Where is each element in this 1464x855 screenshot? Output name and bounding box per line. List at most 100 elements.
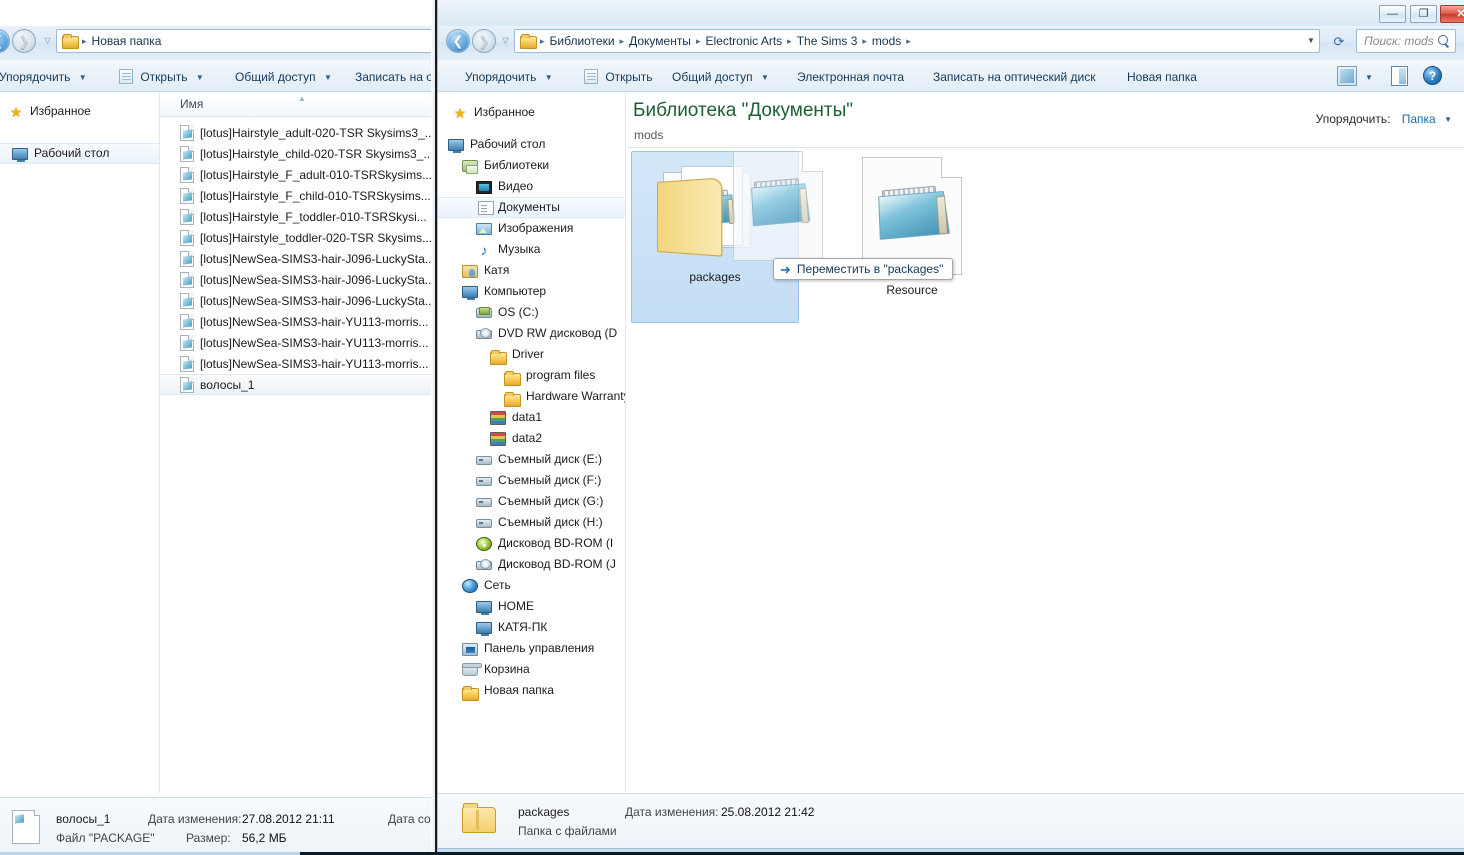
right-details-modified-value: 25.08.2012 21:42 (721, 805, 815, 819)
table-row[interactable]: [lotus]NewSea-SIMS3-hair-YU113-morris... (160, 311, 440, 332)
table-row[interactable]: волосы_1 (160, 374, 440, 395)
sidebar-item-5[interactable]: ♪ Музыка (438, 239, 625, 260)
right-share-button[interactable]: Общий доступ ▼ (665, 65, 776, 87)
left-details-size-key: Размер: (186, 831, 231, 845)
search-box[interactable]: Поиск: mods (1356, 29, 1456, 53)
table-row[interactable]: [lotus]Hairstyle_F_child-010-TSRSkysims.… (160, 185, 440, 206)
preview-pane-icon[interactable] (1391, 66, 1408, 86)
tile-resource[interactable]: Resource (832, 153, 992, 321)
left-open-button[interactable]: Открыть ▼ (112, 65, 211, 87)
sidebar-item-25[interactable]: Корзина (438, 659, 625, 680)
left-nav-favorites[interactable]: ★ Избранное (0, 101, 159, 122)
recent-pages-dropdown-icon[interactable]: ▽ (42, 36, 53, 45)
arrange-by-control[interactable]: Упорядочить: Папка ▼ (1316, 112, 1452, 126)
sidebar-item-8[interactable]: OS (C:) (438, 302, 625, 323)
sidebar-item-23[interactable]: КАТЯ-ПК (438, 617, 625, 638)
right-open-button[interactable]: Открыть (577, 65, 659, 87)
package-file-icon (180, 208, 194, 225)
left-column-name-label[interactable]: Имя (180, 97, 203, 111)
sidebar-item-11[interactable]: program files (438, 365, 625, 387)
maximize-button[interactable]: ❐ (1410, 5, 1437, 23)
sidebar-item-19[interactable]: Дисковод BD-ROM (I (438, 533, 625, 554)
sidebar-item-17[interactable]: Съемный диск (G:) (438, 491, 625, 512)
sidebar-item-24[interactable]: Панель управления (438, 638, 625, 659)
right-burn-button[interactable]: Записать на оптический диск (926, 65, 1103, 87)
refresh-button[interactable]: ⟳ (1328, 29, 1350, 53)
table-row[interactable]: [lotus]NewSea-SIMS3-hair-YU113-morris... (160, 353, 440, 374)
control-panel-icon (462, 641, 478, 657)
table-row[interactable]: [lotus]NewSea-SIMS3-hair-YU113-morris... (160, 332, 440, 353)
sidebar-item-3[interactable]: Документы (438, 197, 625, 218)
change-view-icon[interactable] (1337, 66, 1357, 86)
sidebar-item-6[interactable]: Катя (438, 260, 625, 281)
sidebar-item-7[interactable]: Компьютер (438, 281, 625, 302)
recent-pages-dropdown-icon[interactable]: ▽ (500, 36, 511, 45)
breadcrumb-item[interactable]: Документы (626, 30, 694, 52)
sidebar-item-16[interactable]: Съемный диск (F:) (438, 470, 625, 491)
breadcrumb-current[interactable]: Новая папка (89, 30, 165, 52)
chevron-down-icon: ▼ (544, 72, 553, 82)
breadcrumb-item[interactable]: Библиотеки (547, 30, 618, 52)
right-new-folder-button[interactable]: Новая папка (1120, 65, 1204, 87)
address-history-dropdown[interactable]: ▼ (1302, 29, 1320, 53)
computer-icon (476, 599, 492, 615)
sidebar-item-18[interactable]: Съемный диск (H:) (438, 512, 625, 533)
sidebar-item-10[interactable]: Driver (438, 344, 625, 366)
breadcrumb-item[interactable]: mods (869, 30, 904, 52)
forward-button[interactable]: ❯ (12, 29, 36, 53)
table-row[interactable]: [lotus]NewSea-SIMS3-hair-J096-LuckySta..… (160, 269, 440, 290)
left-burn-button[interactable]: Записать на о (348, 65, 440, 87)
sidebar-item-21[interactable]: Сеть (438, 575, 625, 596)
table-row[interactable]: [lotus]NewSea-SIMS3-hair-J096-LuckySta..… (160, 290, 440, 311)
sidebar-item-label: Съемный диск (G:) (498, 494, 604, 508)
forward-button[interactable]: ❯ (472, 29, 496, 53)
breadcrumb-separator: ▸ (787, 35, 792, 46)
sidebar-item-12[interactable]: Hardware Warranty (438, 386, 625, 408)
table-row[interactable]: [lotus]Hairstyle_toddler-020-TSR Skysims… (160, 227, 440, 248)
help-icon[interactable]: ? (1423, 66, 1442, 85)
close-button[interactable]: ✕ (1440, 5, 1464, 23)
table-row[interactable]: [lotus]Hairstyle_F_toddler-010-TSRSkysi.… (160, 206, 440, 227)
back-arrow-icon: ❮ (452, 33, 464, 49)
sidebar-item-26[interactable]: Новая папка (438, 680, 625, 702)
right-email-button[interactable]: Электронная почта (790, 65, 911, 87)
sidebar-item-4[interactable]: Изображения (438, 218, 625, 239)
right-navigation-pane: ★ Избранное Рабочий стол Библиотеки Видео Д… (438, 93, 626, 793)
sidebar-item-20[interactable]: Дисковод BD-ROM (J (438, 554, 625, 575)
breadcrumb-item[interactable]: Electronic Arts (702, 30, 785, 52)
sidebar-item-1[interactable]: Библиотеки (438, 155, 625, 176)
right-organize-button[interactable]: Упорядочить ▼ (458, 65, 560, 87)
change-view-dropdown[interactable]: ▼ (1359, 65, 1374, 87)
left-nav-desktop[interactable]: Рабочий стол (0, 143, 159, 164)
sidebar-item-14[interactable]: data2 (438, 428, 625, 449)
right-share-label: Общий доступ (672, 70, 753, 84)
package-file-icon (180, 166, 194, 183)
right-nav-favorites[interactable]: ★ Избранное (438, 102, 625, 123)
sidebar-item-label: data2 (512, 431, 543, 445)
sidebar-item-0[interactable]: Рабочий стол (438, 134, 625, 155)
table-row[interactable]: [lotus]Hairstyle_adult-020-TSR Skysims3_… (160, 122, 440, 143)
table-row[interactable]: [lotus]NewSea-SIMS3-hair-J096-LuckySta..… (160, 248, 440, 269)
sidebar-item-13[interactable]: data1 (438, 407, 625, 428)
left-address-field[interactable]: ▸ Новая папка (56, 29, 440, 53)
removable-icon (476, 452, 492, 468)
package-file-icon (180, 313, 194, 330)
back-button[interactable]: ❮ (446, 29, 470, 53)
monitor-icon (448, 137, 464, 153)
breadcrumb-item[interactable]: The Sims 3 (794, 30, 861, 52)
right-details-modified-key: Дата изменения: (625, 805, 719, 819)
sidebar-item-2[interactable]: Видео (438, 176, 625, 197)
table-row[interactable]: [lotus]Hairstyle_child-020-TSR Skysims3_… (160, 143, 440, 164)
sidebar-item-9[interactable]: DVD RW дисковод (D (438, 323, 625, 344)
table-row[interactable]: [lotus]Hairstyle_F_adult-010-TSRSkysims.… (160, 164, 440, 185)
back-button[interactable]: ❮ (0, 29, 10, 53)
sidebar-item-label: Изображения (498, 221, 574, 235)
left-details-pane: волосы_1 Файл "PACKAGE" Дата изменения: … (0, 797, 440, 855)
right-address-field[interactable]: ▸ Библиотеки ▸ Документы ▸ Electronic Arts ▸ Th… (514, 29, 1320, 53)
left-share-button[interactable]: Общий доступ ▼ (228, 65, 339, 87)
minimize-button[interactable]: — (1379, 5, 1406, 23)
file-name-label: [lotus]Hairstyle_toddler-020-TSR Skysims… (200, 230, 433, 245)
sidebar-item-22[interactable]: HOME (438, 596, 625, 617)
sidebar-item-15[interactable]: Съемный диск (E:) (438, 449, 625, 470)
left-organize-button[interactable]: Упорядочить ▼ (0, 65, 94, 87)
